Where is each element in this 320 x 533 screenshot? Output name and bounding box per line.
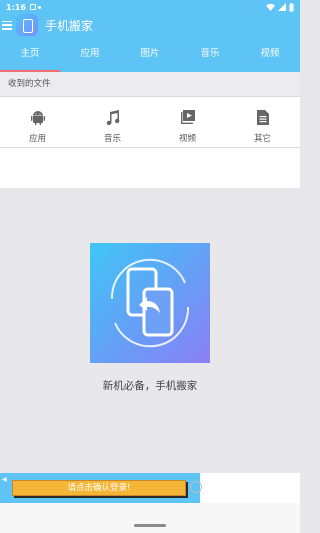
category-video-label: 视频 <box>178 134 196 144</box>
menu-icon[interactable] <box>2 20 12 30</box>
tab-music[interactable]: 音乐 <box>180 36 240 72</box>
category-row: 应用 音乐 视频 其它 <box>0 97 300 148</box>
empty-file-list <box>0 148 300 188</box>
tab-bar: 主页 应用 图片 音乐 视频 <box>0 36 300 72</box>
status-time: 1:16 <box>6 2 26 12</box>
status-bar: 1:16 <box>0 0 300 14</box>
bottom-banner: ◀ 请点击确认登录! <box>0 473 300 503</box>
tab-images[interactable]: 图片 <box>120 36 180 72</box>
wifi-icon <box>266 3 275 11</box>
slogan: 新机必备，手机搬家 <box>102 380 198 392</box>
chevron-left-icon: ◀ <box>2 476 7 483</box>
category-other-label: 其它 <box>253 134 271 144</box>
category-other[interactable]: 其它 <box>225 97 300 147</box>
system-nav-bar <box>0 503 300 533</box>
category-apps[interactable]: 应用 <box>0 97 75 147</box>
tab-home[interactable]: 主页 <box>0 36 60 72</box>
category-music-label: 音乐 <box>103 134 121 144</box>
home-indicator[interactable] <box>134 524 166 527</box>
app-bar: 手机搬家 <box>0 14 300 36</box>
circle-icon[interactable] <box>190 481 202 493</box>
main-content: 新机必备，手机搬家 <box>0 188 300 473</box>
android-icon <box>30 109 46 125</box>
battery-icon <box>289 2 294 11</box>
app-logo-icon <box>16 14 38 36</box>
document-icon <box>255 109 271 125</box>
tab-apps[interactable]: 应用 <box>60 36 120 72</box>
music-icon <box>105 109 121 125</box>
category-apps-label: 应用 <box>28 134 46 144</box>
app-title: 手机搬家 <box>45 18 94 33</box>
category-video[interactable]: 视频 <box>150 97 225 147</box>
login-strip: ◀ 请点击确认登录! <box>0 473 200 503</box>
signal-icon <box>278 3 286 11</box>
tab-video[interactable]: 视频 <box>240 36 300 72</box>
notification-icon <box>29 4 36 10</box>
video-icon <box>180 109 196 125</box>
notification-dot-icon <box>37 5 41 9</box>
confirm-login-button[interactable]: 请点击确认登录! <box>12 480 186 496</box>
category-music[interactable]: 音乐 <box>75 97 150 147</box>
phone-transfer-illustration <box>90 243 210 363</box>
received-files-label: 收到的文件 <box>0 72 300 97</box>
